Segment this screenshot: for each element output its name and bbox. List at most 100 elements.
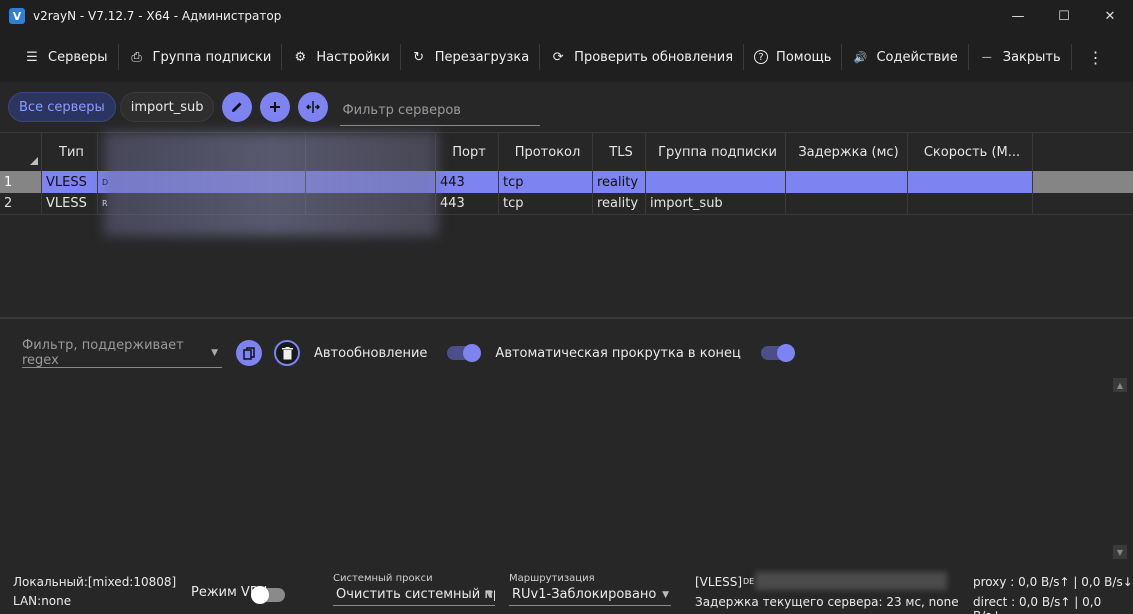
sort-indicator-icon xyxy=(30,157,38,165)
reload-icon: ↻ xyxy=(413,49,425,65)
header-port[interactable]: Порт xyxy=(436,133,499,171)
menu-settings[interactable]: ⚙ Настройки xyxy=(282,40,399,74)
cell-protocol: tcp xyxy=(499,193,593,214)
subscription-icon: ⎙ xyxy=(131,49,142,65)
proxy-speed-text: proxy : 0,0 B/s↑ | 0,0 B/s↓ xyxy=(973,575,1133,589)
move-server-button[interactable] xyxy=(298,92,329,122)
app-logo-icon: V xyxy=(9,8,25,24)
close-button[interactable]: ✕ xyxy=(1087,0,1133,32)
edit-subscription-button[interactable] xyxy=(222,92,253,122)
redacted-area xyxy=(104,132,438,236)
clear-log-button[interactable] xyxy=(274,340,300,366)
log-scroll-up-icon[interactable]: ▲ xyxy=(1113,378,1127,392)
menu-label: Перезагрузка xyxy=(434,49,530,65)
menu-subscription-group[interactable]: ⎙ Группа подписки xyxy=(119,40,282,74)
auto-refresh-toggle[interactable] xyxy=(447,344,482,362)
row-number: 2 xyxy=(0,193,42,214)
menu-check-updates[interactable]: ⟳ Проверить обновления xyxy=(540,40,743,74)
header-subscription-group[interactable]: Группа подписки xyxy=(646,133,786,171)
auto-scroll-toggle[interactable] xyxy=(760,344,795,362)
cell-protocol: tcp xyxy=(499,171,593,193)
servers-icon: ☰ xyxy=(26,49,38,65)
local-port-text: Локальный:[mixed:10808] xyxy=(13,575,177,589)
copy-icon xyxy=(243,346,255,360)
current-server-delay: Задержка текущего сервера: 23 мс, none xyxy=(695,595,959,609)
split-arrows-icon xyxy=(306,101,321,113)
header-speed[interactable]: Скорость (М... xyxy=(908,133,1033,171)
menu-label: Помощь xyxy=(776,49,832,65)
header-corner[interactable] xyxy=(0,133,42,171)
log-filter-placeholder: Фильтр, поддерживает regex xyxy=(22,337,184,368)
group-filter-bar: Все серверы import_sub Фильтр серверов xyxy=(0,82,1133,132)
header-tls[interactable]: TLS xyxy=(593,133,646,171)
pencil-icon xyxy=(232,102,242,112)
help-icon: ? xyxy=(754,50,769,64)
redacted-server-name xyxy=(755,572,947,590)
log-scroll-down-icon[interactable]: ▼ xyxy=(1113,545,1127,559)
vpn-mode-toggle[interactable] xyxy=(251,586,285,604)
menu-servers[interactable]: ☰ Серверы xyxy=(14,40,118,74)
add-subscription-button[interactable] xyxy=(260,92,291,122)
cell-speed xyxy=(908,171,1033,193)
trash-icon xyxy=(281,346,293,359)
menu-help[interactable]: ? Помощь xyxy=(744,40,841,74)
header-protocol[interactable]: Протокол xyxy=(499,133,593,171)
header-type[interactable]: Тип xyxy=(42,133,98,171)
log-toolbar: Фильтр, поддерживает regex ▼ Автообновле… xyxy=(0,333,1133,373)
cell-type: VLESS xyxy=(42,193,98,214)
auto-scroll-label: Автоматическая прокрутка в конец xyxy=(495,345,741,361)
direct-speed-text: direct : 0,0 B/s↑ | 0,0 B/s↓ xyxy=(973,595,1102,614)
panel-splitter[interactable] xyxy=(0,317,1133,319)
window-title: v2rayN - V7.12.7 - X64 - Администратор xyxy=(33,9,282,23)
header-filler xyxy=(1033,133,1133,171)
auto-refresh-label: Автообновление xyxy=(314,345,428,361)
minimize-button[interactable]: — xyxy=(995,0,1041,32)
more-menu-icon[interactable]: ⋮ xyxy=(1088,48,1104,67)
header-delay[interactable]: Задержка (мс) xyxy=(786,133,908,171)
menu-promotion[interactable]: 🔊 Содействие xyxy=(842,40,967,74)
row-number: 1 xyxy=(0,171,42,193)
speaker-icon: 🔊 xyxy=(853,50,868,64)
menu-label: Серверы xyxy=(48,49,108,65)
cell-tls: reality xyxy=(593,171,646,193)
cell-tls: reality xyxy=(593,193,646,214)
system-proxy-select[interactable]: Очистить системный пр ▼ xyxy=(333,584,495,606)
minus-icon: — xyxy=(981,51,992,63)
update-icon: ⟳ xyxy=(552,49,564,65)
status-bar: Локальный:[mixed:10808] LAN:none Режим V… xyxy=(0,568,1133,614)
current-server-type: [VLESS] xyxy=(695,575,743,589)
chevron-down-icon: ▼ xyxy=(211,347,218,358)
plus-icon xyxy=(270,102,281,112)
copy-log-button[interactable] xyxy=(236,340,262,366)
gear-icon: ⚙ xyxy=(294,49,307,65)
menu-divider xyxy=(1070,44,1072,70)
cell-group: import_sub xyxy=(646,193,786,214)
routing-value: RUv1-Заблокировано xyxy=(512,587,657,602)
cell-port: 443 xyxy=(436,171,499,193)
menu-reload[interactable]: ↻ Перезагрузка xyxy=(401,40,539,74)
maximize-button[interactable]: ☐ xyxy=(1041,0,1087,32)
cell-filler xyxy=(1033,171,1133,193)
cell-port: 443 xyxy=(436,193,499,214)
system-proxy-value: Очистить системный пр xyxy=(336,587,495,602)
log-filter-input[interactable]: Фильтр, поддерживает regex ▼ xyxy=(22,338,222,368)
menu-label: Настройки xyxy=(316,49,390,65)
cell-filler xyxy=(1033,193,1133,214)
server-filter-input[interactable]: Фильтр серверов xyxy=(340,96,541,126)
menu-label: Содействие xyxy=(876,49,958,65)
cell-group xyxy=(646,171,786,193)
menu-close[interactable]: — Закрыть xyxy=(969,40,1071,74)
menu-label: Группа подписки xyxy=(152,49,272,65)
tab-all-servers[interactable]: Все серверы xyxy=(8,92,116,122)
tab-import-sub[interactable]: import_sub xyxy=(119,92,215,122)
menu-bar: ☰ Серверы ⎙ Группа подписки ⚙ Настройки … xyxy=(0,32,1133,82)
system-proxy-label: Системный прокси xyxy=(333,573,433,584)
cell-delay xyxy=(786,193,908,214)
routing-label: Маршрутизация xyxy=(509,573,595,584)
chevron-down-icon: ▼ xyxy=(486,589,493,600)
menu-label: Закрыть xyxy=(1002,49,1061,65)
current-server-code: DE xyxy=(743,577,755,586)
window-controls: — ☐ ✕ xyxy=(995,0,1133,32)
lan-text: LAN:none xyxy=(13,594,72,608)
routing-select[interactable]: RUv1-Заблокировано ▼ xyxy=(509,584,671,606)
